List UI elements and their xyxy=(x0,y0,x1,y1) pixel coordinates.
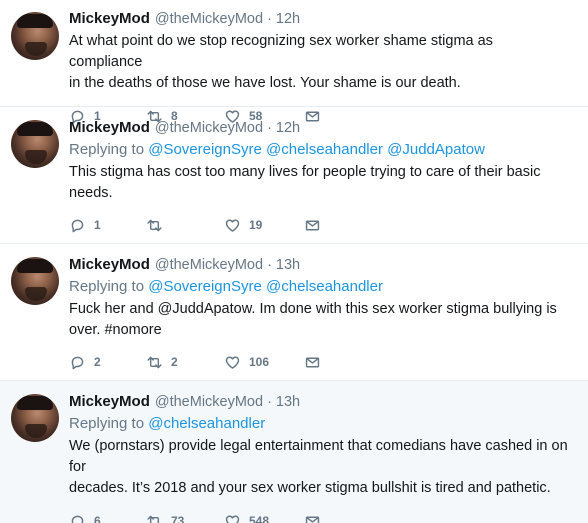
reply-context: Replying to @chelseahandler xyxy=(69,414,568,434)
envelope-icon xyxy=(305,516,320,523)
like-button[interactable]: 19 xyxy=(224,217,304,234)
retweet-button[interactable] xyxy=(146,217,224,234)
tweet-actions: 6 73 548 xyxy=(69,511,568,523)
like-count: 106 xyxy=(249,355,270,369)
reply-count: 2 xyxy=(94,355,101,369)
tweet-header: MickeyMod @theMickeyMod · 12h xyxy=(69,9,568,29)
avatar[interactable] xyxy=(11,394,59,442)
tweet-item[interactable]: MickeyMod @theMickeyMod · 13h Replying t… xyxy=(0,244,588,381)
retweet-icon xyxy=(147,219,162,231)
reply-mentions-link[interactable]: @chelseahandler xyxy=(148,415,265,432)
retweet-button[interactable]: 2 xyxy=(146,354,224,371)
like-count: 19 xyxy=(249,218,263,232)
reply-context: Replying to @SovereignSyre @chelseahandl… xyxy=(69,277,568,297)
tweet-text-line: We (pornstars) provide legal entertainme… xyxy=(69,438,568,475)
tweet-text-line: This stigma has cost too many lives for … xyxy=(69,164,541,180)
tweet-header: MickeyMod @theMickeyMod · 13h xyxy=(69,392,568,412)
reply-icon xyxy=(71,515,84,523)
tweet-text-line: in the deaths of those we have lost. You… xyxy=(69,75,461,91)
tweet-text-line: Fuck her and @JuddApatow. Im done with t… xyxy=(69,301,557,317)
direct-message-button[interactable] xyxy=(304,217,321,234)
reply-button[interactable]: 2 xyxy=(69,354,146,371)
tweet-timestamp[interactable]: 12h xyxy=(276,118,300,138)
author-handle[interactable]: @theMickeyMod xyxy=(155,9,263,29)
avatar[interactable] xyxy=(11,120,59,168)
reply-button[interactable]: 6 xyxy=(69,513,146,523)
avatar[interactable] xyxy=(11,257,59,305)
reply-context: Replying to @SovereignSyre @chelseahandl… xyxy=(69,140,568,160)
tweet-text: We (pornstars) provide legal entertainme… xyxy=(69,436,568,499)
tweet-item[interactable]: MickeyMod @theMickeyMod · 12h Replying t… xyxy=(0,107,588,244)
tweet-actions: 2 2 106 xyxy=(69,352,568,372)
tweet-text: This stigma has cost too many lives for … xyxy=(69,162,568,204)
like-button[interactable]: 106 xyxy=(224,354,304,371)
tweet-text-line: At what point do we stop recognizing sex… xyxy=(69,33,493,70)
tweet-item[interactable]: MickeyMod @theMickeyMod · 12h At what po… xyxy=(0,0,588,123)
retweet-icon xyxy=(147,356,162,368)
reply-mentions-link[interactable]: @SovereignSyre @chelseahandler xyxy=(148,278,383,295)
separator-dot: · xyxy=(267,11,272,27)
tweet-timestamp[interactable]: 12h xyxy=(276,9,300,29)
separator-dot: · xyxy=(267,120,272,136)
envelope-icon xyxy=(305,357,320,367)
author-name[interactable]: MickeyMod xyxy=(69,255,150,275)
reply-button[interactable]: 1 xyxy=(69,217,146,234)
separator-dot: · xyxy=(267,257,272,273)
like-count: 548 xyxy=(249,514,270,523)
avatar[interactable] xyxy=(11,12,59,60)
envelope-icon xyxy=(305,220,320,230)
tweet-header: MickeyMod @theMickeyMod · 12h xyxy=(69,118,568,138)
tweet-text-line: needs. xyxy=(69,185,113,201)
retweet-count: 2 xyxy=(171,355,178,369)
heart-icon xyxy=(225,219,240,232)
tweet-text: At what point do we stop recognizing sex… xyxy=(69,31,568,94)
reply-icon xyxy=(71,356,84,369)
like-button[interactable]: 548 xyxy=(224,513,304,523)
tweet-timestamp[interactable]: 13h xyxy=(276,392,300,412)
retweet-icon xyxy=(147,515,162,523)
reply-mentions-link[interactable]: @SovereignSyre @chelseahandler @JuddApat… xyxy=(148,141,485,158)
retweet-button[interactable]: 73 xyxy=(146,513,224,523)
tweet-header: MickeyMod @theMickeyMod · 13h xyxy=(69,255,568,275)
tweet-actions: 1 19 xyxy=(69,215,568,235)
direct-message-button[interactable] xyxy=(304,513,321,523)
retweet-count: 73 xyxy=(171,514,185,523)
replying-to-label: Replying to xyxy=(69,278,145,295)
author-handle[interactable]: @theMickeyMod xyxy=(155,118,263,138)
reply-icon xyxy=(71,219,84,232)
tweet-text-line: decades. It’s 2018 and your sex worker s… xyxy=(69,480,551,496)
tweet-text-line: over. #nomore xyxy=(69,322,162,338)
reply-count: 6 xyxy=(94,514,101,523)
replying-to-label: Replying to xyxy=(69,141,145,158)
tweet-feed: MickeyMod @theMickeyMod · 12h At what po… xyxy=(0,0,588,523)
tweet-timestamp[interactable]: 13h xyxy=(276,255,300,275)
heart-icon xyxy=(225,356,240,369)
author-handle[interactable]: @theMickeyMod xyxy=(155,392,263,412)
tweet-item[interactable]: MickeyMod @theMickeyMod · 13h Replying t… xyxy=(0,381,588,523)
direct-message-button[interactable] xyxy=(304,354,321,371)
tweet-text: Fuck her and @JuddApatow. Im done with t… xyxy=(69,299,568,341)
replying-to-label: Replying to xyxy=(69,415,145,432)
author-handle[interactable]: @theMickeyMod xyxy=(155,255,263,275)
heart-icon xyxy=(225,515,240,523)
author-name[interactable]: MickeyMod xyxy=(69,118,150,138)
separator-dot: · xyxy=(267,394,272,410)
author-name[interactable]: MickeyMod xyxy=(69,9,150,29)
reply-count: 1 xyxy=(94,218,101,232)
author-name[interactable]: MickeyMod xyxy=(69,392,150,412)
